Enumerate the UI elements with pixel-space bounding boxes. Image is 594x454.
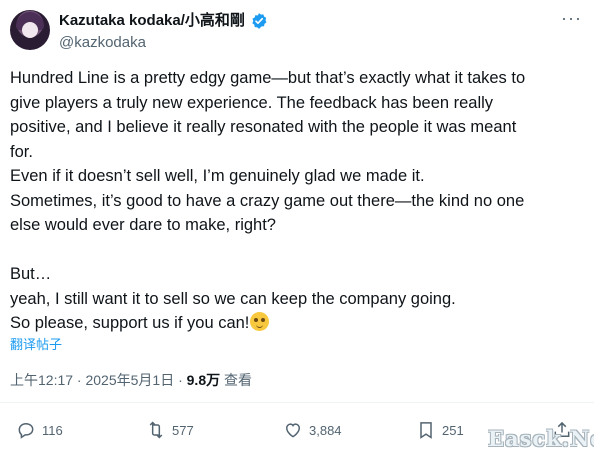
repost-count: 577	[172, 422, 194, 438]
tweet-text: Hundred Line is a pretty edgy game—but t…	[10, 66, 580, 336]
more-icon[interactable]: ···	[561, 8, 582, 29]
reply-icon	[18, 422, 34, 439]
tweet-line: But…	[10, 265, 52, 283]
smiling-emoji-icon	[250, 312, 270, 331]
watermark: Easck.Net	[488, 426, 594, 451]
bookmark-icon	[420, 422, 432, 439]
translate-link[interactable]: 翻译帖子	[10, 334, 62, 353]
tweet-meta: 上午12:17 · 2025年5月1日 · 9.8万 查看	[10, 370, 252, 390]
timestamp[interactable]: 上午12:17 · 2025年5月1日 ·	[10, 372, 187, 388]
views-label: 查看	[220, 372, 252, 388]
tweet-line: for.	[10, 142, 33, 161]
like-count: 3,884	[309, 422, 342, 438]
like-button[interactable]: 3,884	[283, 420, 342, 440]
reply-count: 116	[42, 422, 63, 438]
bookmark-count: 251	[442, 422, 464, 438]
views-count: 9.8万	[186, 372, 221, 388]
avatar-face	[22, 22, 38, 38]
author-name-row: Kazutaka kodaka/小高和剛	[59, 12, 268, 30]
author-handle[interactable]: @kazkodaka	[59, 34, 146, 52]
repost-icon	[149, 421, 163, 439]
tweet-line: else would ever dare to make, right?	[10, 216, 276, 234]
tweet-line: So please, support us if you can!	[10, 314, 250, 332]
reply-button[interactable]: 116	[16, 420, 63, 440]
tweet-line: Hundred Line is a pretty edgy game—but t…	[10, 69, 526, 87]
avatar[interactable]	[10, 10, 50, 50]
verified-icon	[252, 13, 267, 29]
repost-button[interactable]: 577	[146, 420, 194, 440]
divider	[0, 402, 594, 403]
tweet-line-last: So please, support us if you can!	[10, 311, 580, 336]
tweet-line: yeah, I still want it to sell so we can …	[10, 289, 456, 308]
author-name[interactable]: Kazutaka kodaka/小高和剛	[59, 12, 245, 30]
tweet-line: Even if it doesn’t sell well, I’m genuin…	[10, 167, 425, 185]
tweet-line: positive, and I believe it really resona…	[10, 118, 517, 136]
like-icon	[285, 423, 301, 438]
bookmark-button[interactable]: 251	[416, 420, 464, 440]
tweet-line: Sometimes, it’s good to have a crazy gam…	[10, 191, 525, 210]
tweet-line: give players a truly new experience. The…	[10, 93, 494, 112]
